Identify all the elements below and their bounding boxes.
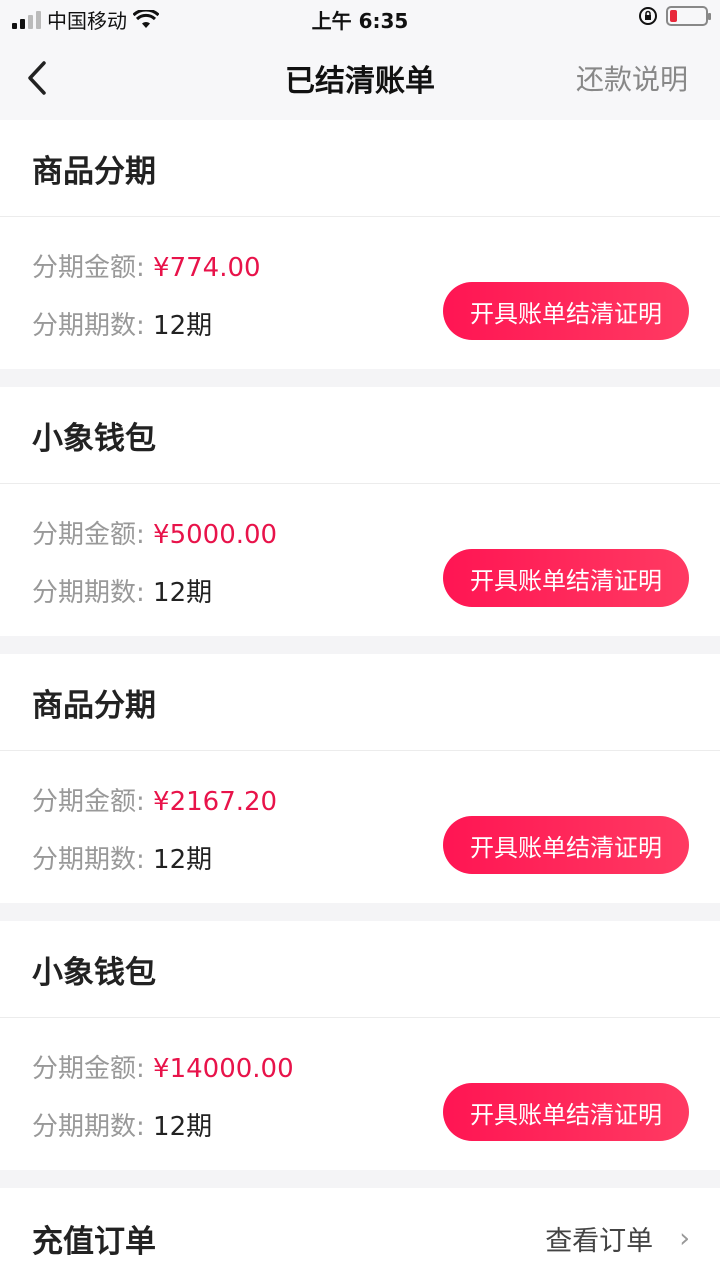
bill-list: 商品分期 分期金额: ¥774.00 分期期数: 12期 开具账单结清证明 小象… <box>0 120 720 1170</box>
bill-card-title: 小象钱包 <box>0 387 720 484</box>
settlement-proof-button[interactable]: 开具账单结清证明 <box>443 1083 689 1141</box>
periods-value: 12期 <box>153 578 213 608</box>
amount-value: ¥5000.00 <box>153 520 278 550</box>
periods-label: 分期期数: <box>32 311 145 341</box>
amount-label: 分期金额: <box>32 520 145 550</box>
battery-level <box>670 10 677 22</box>
periods-label: 分期期数: <box>32 845 145 875</box>
periods-row: 分期期数: 12期 <box>32 305 212 342</box>
settlement-proof-button[interactable]: 开具账单结清证明 <box>443 549 689 607</box>
periods-value: 12期 <box>153 1112 213 1142</box>
back-button[interactable] <box>26 60 62 96</box>
page-title: 已结清账单 <box>285 64 435 99</box>
recharge-order-title: 充值订单 <box>32 1223 156 1260</box>
status-time: 上午 6:35 <box>311 9 409 33</box>
bill-card: 商品分期 分期金额: ¥774.00 分期期数: 12期 开具账单结清证明 <box>0 120 720 369</box>
bill-card: 小象钱包 分期金额: ¥14000.00 分期期数: 12期 开具账单结清证明 <box>0 921 720 1170</box>
periods-row: 分期期数: 12期 <box>32 839 212 876</box>
bill-card-title: 小象钱包 <box>0 921 720 1018</box>
amount-row: 分期金额: ¥14000.00 <box>32 1048 294 1085</box>
amount-label: 分期金额: <box>32 253 145 283</box>
bill-card-body: 分期金额: ¥5000.00 分期期数: 12期 开具账单结清证明 <box>0 484 720 636</box>
amount-label: 分期金额: <box>32 787 145 817</box>
amount-value: ¥774.00 <box>153 253 261 283</box>
amount-row: 分期金额: ¥5000.00 <box>32 514 277 551</box>
orientation-lock-icon <box>639 7 657 25</box>
bill-card: 商品分期 分期金额: ¥2167.20 分期期数: 12期 开具账单结清证明 <box>0 654 720 903</box>
view-order-label: 查看订单 <box>545 1225 654 1257</box>
chevron-right-icon: › <box>679 1222 690 1254</box>
periods-value: 12期 <box>153 845 213 875</box>
status-bar: 中国移动 上午 6:35 <box>0 0 720 36</box>
periods-value: 12期 <box>153 311 213 341</box>
status-indicators <box>638 6 711 26</box>
recharge-order-card: 充值订单 查看订单 › <box>0 1188 720 1280</box>
bill-card-title: 商品分期 <box>0 654 720 751</box>
bill-card: 小象钱包 分期金额: ¥5000.00 分期期数: 12期 开具账单结清证明 <box>0 387 720 636</box>
view-order-link[interactable]: 查看订单 › <box>545 1219 690 1258</box>
amount-row: 分期金额: ¥774.00 <box>32 247 261 284</box>
repayment-info-link[interactable]: 还款说明 <box>576 58 688 98</box>
settlement-proof-button[interactable]: 开具账单结清证明 <box>443 816 689 874</box>
amount-row: 分期金额: ¥2167.20 <box>32 781 277 818</box>
chevron-left-icon <box>28 61 46 95</box>
bill-card-title: 商品分期 <box>0 120 720 217</box>
settlement-proof-button[interactable]: 开具账单结清证明 <box>443 282 689 340</box>
amount-label: 分期金额: <box>32 1054 145 1084</box>
bill-card-body: 分期金额: ¥14000.00 分期期数: 12期 开具账单结清证明 <box>0 1018 720 1170</box>
periods-label: 分期期数: <box>32 578 145 608</box>
periods-row: 分期期数: 12期 <box>32 572 212 609</box>
amount-value: ¥2167.20 <box>153 787 278 817</box>
battery-icon <box>666 6 711 26</box>
bill-card-body: 分期金额: ¥774.00 分期期数: 12期 开具账单结清证明 <box>0 217 720 369</box>
bill-card-body: 分期金额: ¥2167.20 分期期数: 12期 开具账单结清证明 <box>0 751 720 903</box>
nav-bar: 已结清账单 还款说明 <box>0 36 720 120</box>
periods-row: 分期期数: 12期 <box>32 1106 212 1143</box>
periods-label: 分期期数: <box>32 1112 145 1142</box>
amount-value: ¥14000.00 <box>153 1054 294 1084</box>
